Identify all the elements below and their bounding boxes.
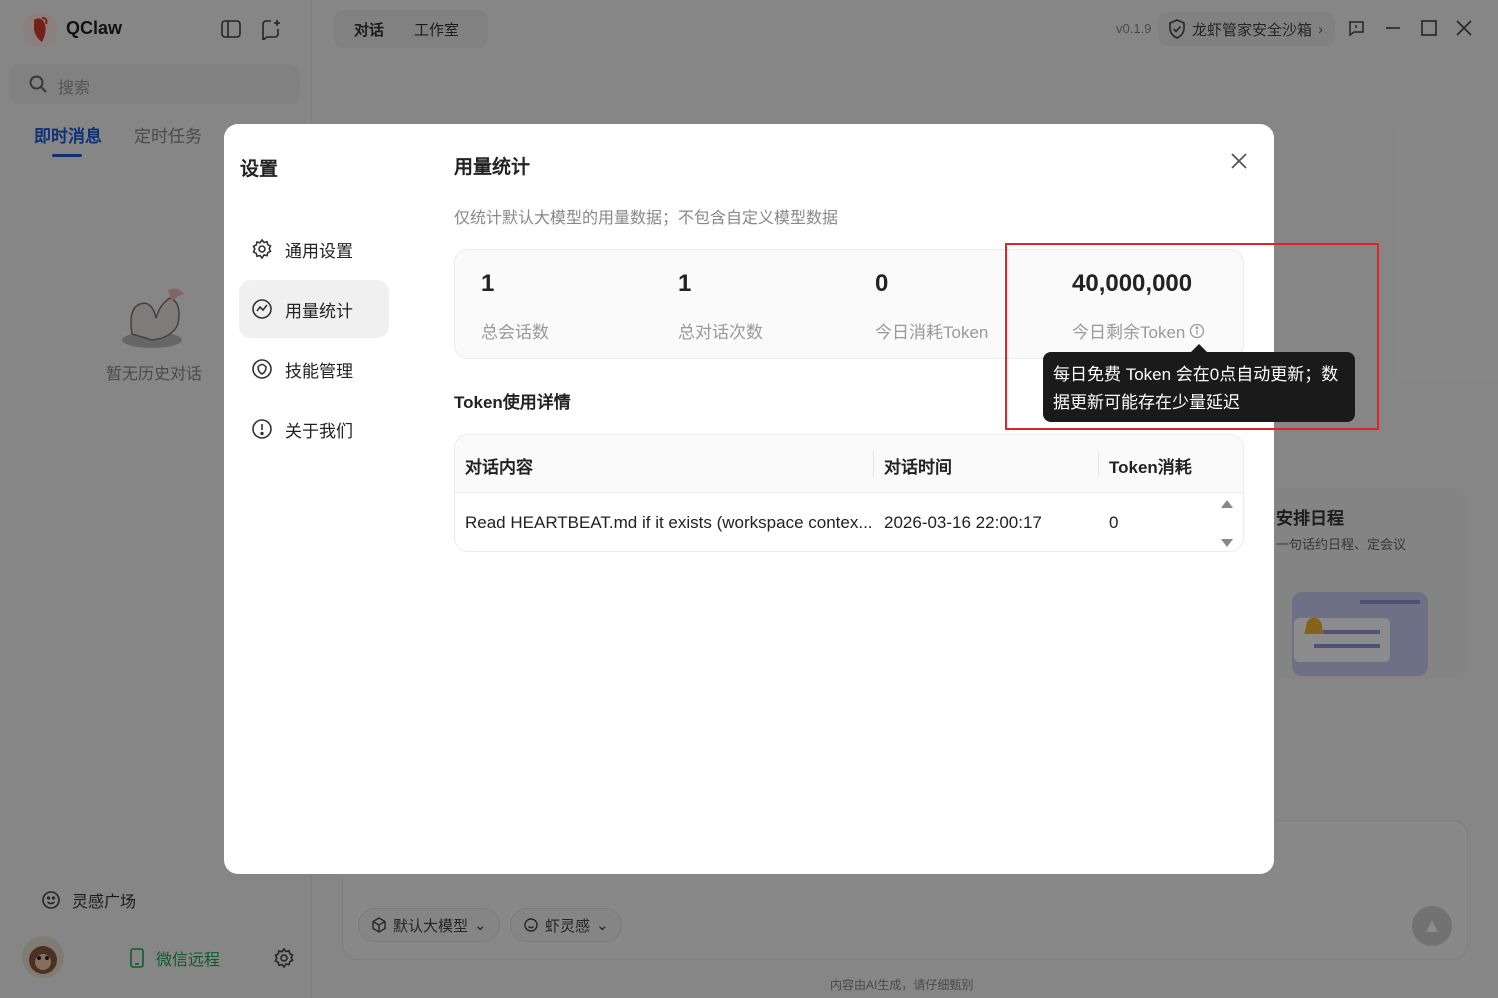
stat-label: 今日消耗Token [875,323,989,342]
token-detail-title: Token使用详情 [454,393,571,412]
usage-content: 用量统计 仅统计默认大模型的用量数据；不包含自定义模型数据 1 总会话数 1 总… [454,124,1274,874]
scroll-down-arrow[interactable] [1221,539,1233,547]
section-description: 仅统计默认大模型的用量数据；不包含自定义模型数据 [454,210,839,227]
nav-about-us[interactable]: 关于我们 [239,400,389,458]
info-icon [252,419,272,439]
stat-value: 0 [875,270,889,297]
nav-label: 通用设置 [285,241,353,261]
table-header: 对话内容 对话时间 Token消耗 [455,435,1243,493]
stat-label: 总会话数 [481,323,549,342]
token-usage-table: 对话内容 对话时间 Token消耗 Read HEARTBEAT.md if i… [454,434,1244,552]
nav-label: 用量统计 [285,301,353,321]
highlight-box [1005,243,1379,430]
stat-label: 总对话次数 [678,323,763,342]
settings-title: 设置 [240,159,279,180]
scroll-up-arrow[interactable] [1221,500,1233,508]
section-title: 用量统计 [454,157,531,178]
cell-time: 2026-03-16 22:00:17 [884,513,1042,532]
nav-usage-stats[interactable]: 用量统计 [239,280,389,338]
nav-label: 技能管理 [285,361,353,381]
stat-today-consumed-token: 0 今日消耗Token [875,270,988,343]
stat-value: 1 [678,270,692,297]
settings-modal: 设置 通用设置 用量统计 技能管理 关于我们 用量统计 仅统计默认大模型的用量数… [224,124,1274,874]
nav-general-settings[interactable]: 通用设置 [239,220,389,278]
stat-value: 1 [481,270,495,297]
col-header-time: 对话时间 [884,458,952,477]
column-divider [1098,451,1099,477]
cell-content: Read HEARTBEAT.md if it exists (workspac… [465,513,873,532]
col-header-token: Token消耗 [1109,458,1192,477]
skill-icon [252,359,272,379]
gear-icon [252,238,272,260]
stat-total-sessions: 1 总会话数 [481,270,549,343]
table-row[interactable]: Read HEARTBEAT.md if it exists (workspac… [455,493,1243,551]
nav-label: 关于我们 [285,421,353,441]
nav-skill-management[interactable]: 技能管理 [239,340,389,398]
stat-total-chats: 1 总对话次数 [678,270,763,343]
col-header-content: 对话内容 [465,458,533,477]
cell-token: 0 [1109,513,1119,532]
chart-line-icon [252,299,272,319]
column-divider [873,451,874,477]
